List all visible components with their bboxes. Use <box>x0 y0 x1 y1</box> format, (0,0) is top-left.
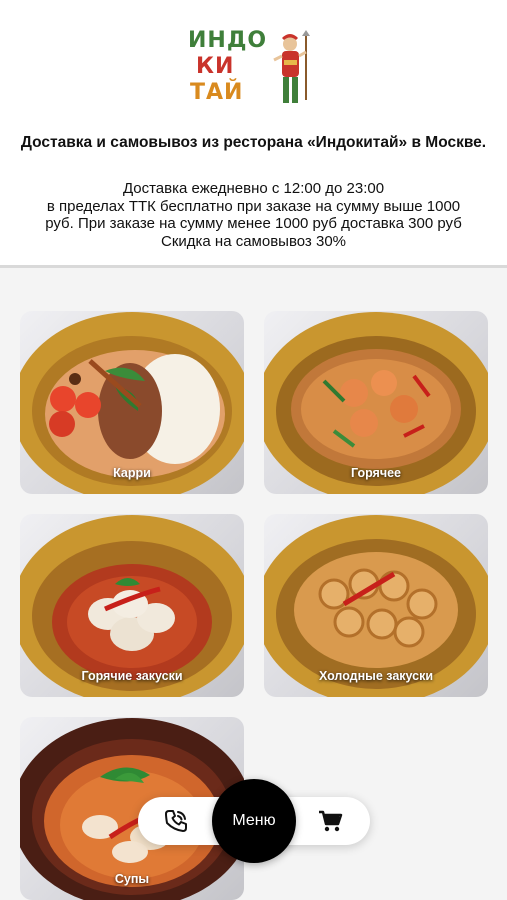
delivery-info: Доставка ежедневно с 12:00 до 23:00 в пр… <box>20 180 487 250</box>
logo-line-2: КИ <box>196 54 235 79</box>
category-card-curry[interactable]: Карри <box>20 311 244 494</box>
page-title: Доставка и самовывоз из ресторана «Индок… <box>20 134 487 151</box>
logo-wordmark: ИНДО КИ ТАЙ <box>188 28 278 106</box>
cart-icon[interactable] <box>316 807 344 835</box>
logo-warrior-figure <box>273 30 310 103</box>
delivery-info-line: в пределах ТТК бесплатно при заказе на с… <box>46 197 461 215</box>
category-label: Холодные закуски <box>318 669 434 683</box>
delivery-info-line: руб. При заказе на сумму менее 1000 руб … <box>45 215 462 232</box>
category-label: Горячее <box>350 466 402 480</box>
delivery-info-line: Скидка на самовывоз 30% <box>160 232 346 250</box>
category-card-cold-appetizers[interactable]: Холодные закуски <box>264 514 488 697</box>
phone-icon[interactable] <box>162 807 190 835</box>
category-card-hot-appetizers[interactable]: Горячие закуски <box>20 514 244 697</box>
header: ИНДО КИ ТАЙ Доставка и самовывоз из рест… <box>0 0 507 268</box>
delivery-info-line: Доставка ежедневно с 12:00 до 23:00 <box>122 180 385 197</box>
menu-button[interactable]: Меню <box>212 779 296 863</box>
brand-logo[interactable]: ИНДО КИ ТАЙ <box>188 28 320 112</box>
category-card-hot[interactable]: Горячее <box>264 311 488 494</box>
logo-line-1: ИНДО <box>188 28 268 53</box>
category-label: Карри <box>113 466 151 480</box>
category-label: Супы <box>114 872 150 886</box>
category-label: Горячие закуски <box>81 669 183 683</box>
logo-line-3: ТАЙ <box>190 80 244 105</box>
